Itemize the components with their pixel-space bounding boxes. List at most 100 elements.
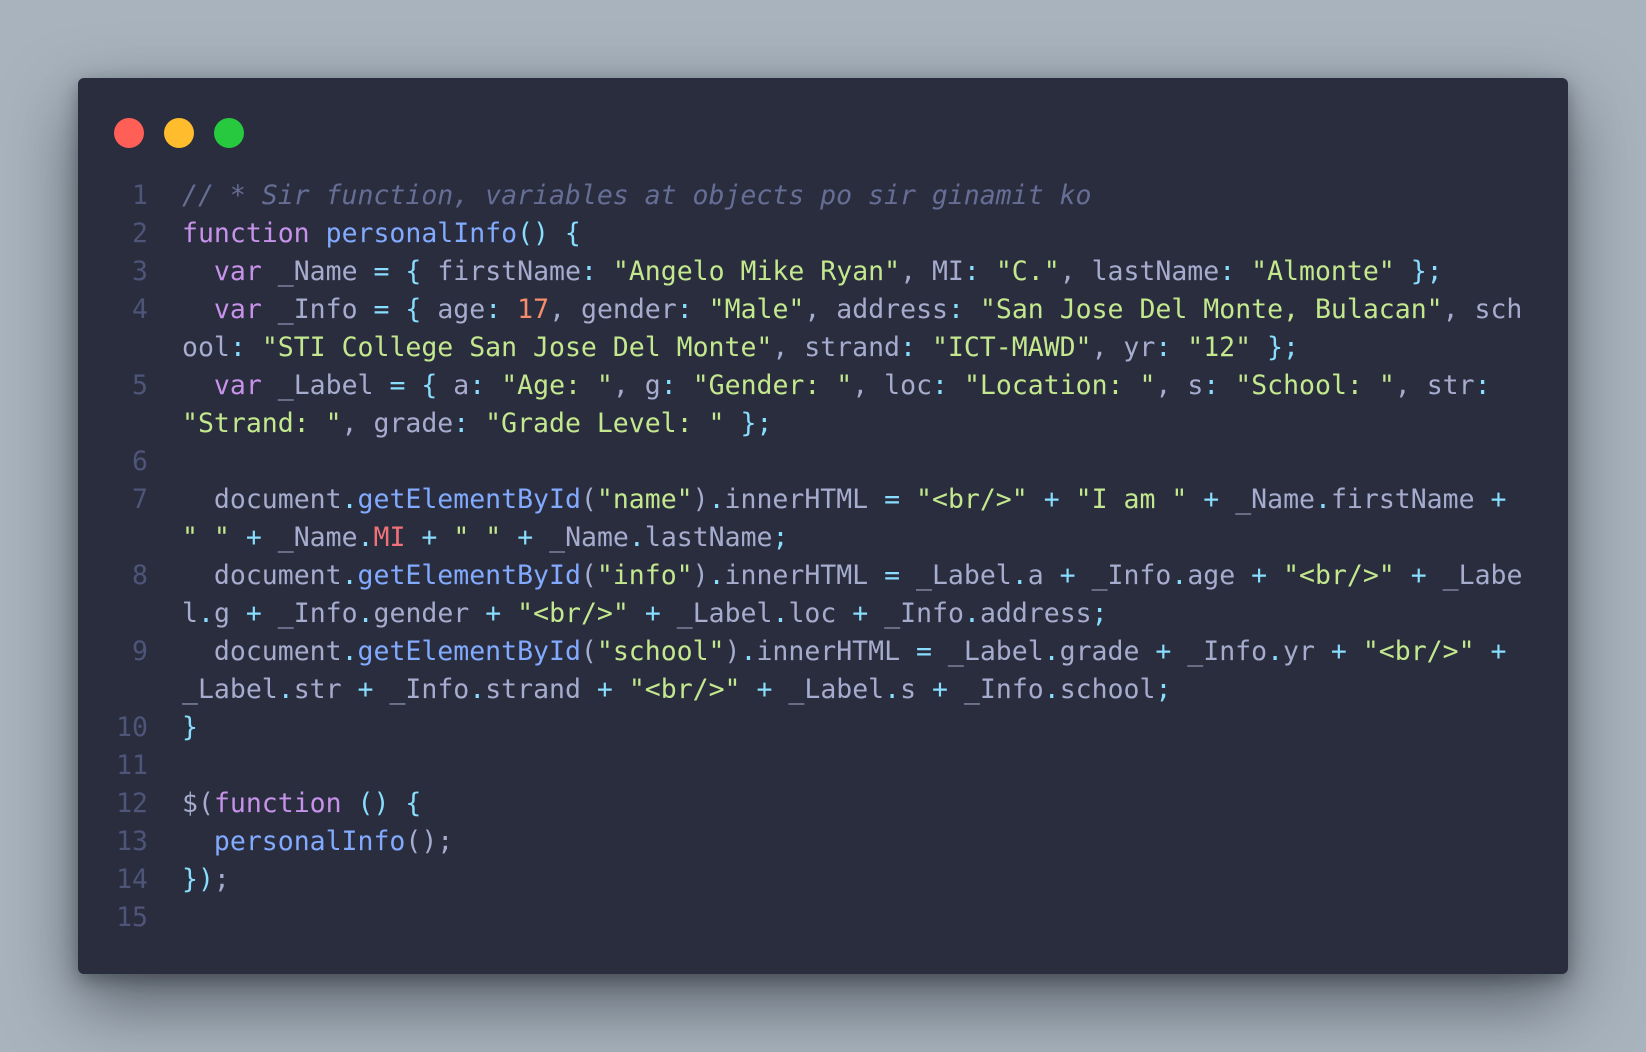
- code-token: :: [963, 256, 980, 287]
- code-token: a: [1027, 560, 1060, 591]
- code-token: () {: [517, 218, 581, 249]
- code-token: 17: [517, 294, 550, 325]
- code-token: ): [692, 484, 709, 515]
- code-token: .: [963, 598, 980, 629]
- code-token: (: [580, 560, 597, 591]
- code-token: getElementById: [357, 484, 581, 515]
- code-token: "ICT-MAWD": [931, 332, 1092, 363]
- line-number: 5: [132, 370, 148, 401]
- code-token: .: [341, 636, 358, 667]
- code-token: age: [421, 294, 486, 325]
- code-token: =: [916, 636, 932, 667]
- code-token: _Name: [261, 522, 358, 553]
- line-number: 4: [132, 294, 148, 325]
- code-token: age: [1187, 560, 1252, 591]
- code-token: firstName: [421, 256, 581, 287]
- code-token: personalInfo: [325, 218, 518, 249]
- minimize-dot-icon[interactable]: [164, 118, 194, 148]
- code-token: .: [1043, 674, 1060, 705]
- code-token: .: [357, 598, 374, 629]
- code-token: personalInfo: [213, 826, 406, 857]
- code-line: 7 document.getElementById("name").innerH…: [78, 481, 1568, 557]
- code-token: .: [197, 598, 214, 629]
- code-token: "<br/>": [628, 674, 741, 705]
- code-token: .: [341, 560, 358, 591]
- code-token: .: [708, 484, 725, 515]
- code-token: s: [900, 674, 933, 705]
- code-token: _Label: [931, 636, 1044, 667]
- code-token: +: [485, 598, 502, 629]
- code-token: ;: [1155, 674, 1172, 705]
- code-token: document: [182, 484, 342, 515]
- code-line: 6: [78, 443, 1568, 481]
- code-line: 15: [78, 899, 1568, 937]
- close-dot-icon[interactable]: [114, 118, 144, 148]
- code-token: "School: ": [1235, 370, 1395, 401]
- code-token: :: [660, 370, 677, 401]
- code-token: {: [421, 370, 438, 401]
- code-token: _Label: [660, 598, 773, 629]
- code-token: var: [213, 256, 262, 287]
- code-token: +: [1490, 636, 1507, 667]
- code-token: "<br/>": [1362, 636, 1475, 667]
- code-token: "Gender: ": [692, 370, 853, 401]
- line-number: 13: [116, 826, 148, 857]
- code-token: document: [182, 636, 342, 667]
- code-line: 12 $(function () {: [78, 785, 1568, 823]
- code-token: {: [405, 294, 422, 325]
- code-token: , s: [1155, 370, 1204, 401]
- code-token: , address: [804, 294, 948, 325]
- code-token: +: [421, 522, 438, 553]
- code-token: ;: [1091, 598, 1108, 629]
- code-token: loc: [788, 598, 853, 629]
- code-token: +: [357, 674, 374, 705]
- code-token: "Strand: ": [182, 408, 342, 439]
- code-token: , MI: [900, 256, 964, 287]
- code-token: +: [1203, 484, 1220, 515]
- line-number: 11: [116, 750, 148, 781]
- line-number: 3: [132, 256, 148, 287]
- code-token: .: [1171, 560, 1188, 591]
- code-token: function: [213, 788, 342, 819]
- code-line: 9 document.getElementById("school").inne…: [78, 633, 1568, 709]
- code-token: address: [979, 598, 1092, 629]
- code-token: _Label: [772, 674, 885, 705]
- code-token: , strand: [772, 332, 900, 363]
- maximize-dot-icon[interactable]: [214, 118, 244, 148]
- line-number: 6: [132, 446, 148, 477]
- code-token: .: [708, 560, 725, 591]
- code-token: (: [580, 484, 597, 515]
- code-token: ;: [213, 864, 230, 895]
- code-token: +: [1490, 484, 1507, 515]
- code-token: .: [1267, 636, 1284, 667]
- code-token: :: [1474, 370, 1491, 401]
- code-token: _Name: [533, 522, 629, 553]
- code-token: var: [213, 370, 262, 401]
- code-token: str: [293, 674, 358, 705]
- code-token: _Info: [261, 294, 374, 325]
- code-token: "I am ": [1075, 484, 1188, 515]
- code-window: 1 // * Sir function, variables at objects…: [78, 78, 1568, 974]
- code-token: "Almonte": [1251, 256, 1395, 287]
- code-token: firstName: [1330, 484, 1491, 515]
- code-token: }): [182, 864, 214, 895]
- code-token: var: [213, 294, 262, 325]
- code-token: =: [389, 370, 406, 401]
- code-token: .: [357, 522, 374, 553]
- code-token: "name": [596, 484, 693, 515]
